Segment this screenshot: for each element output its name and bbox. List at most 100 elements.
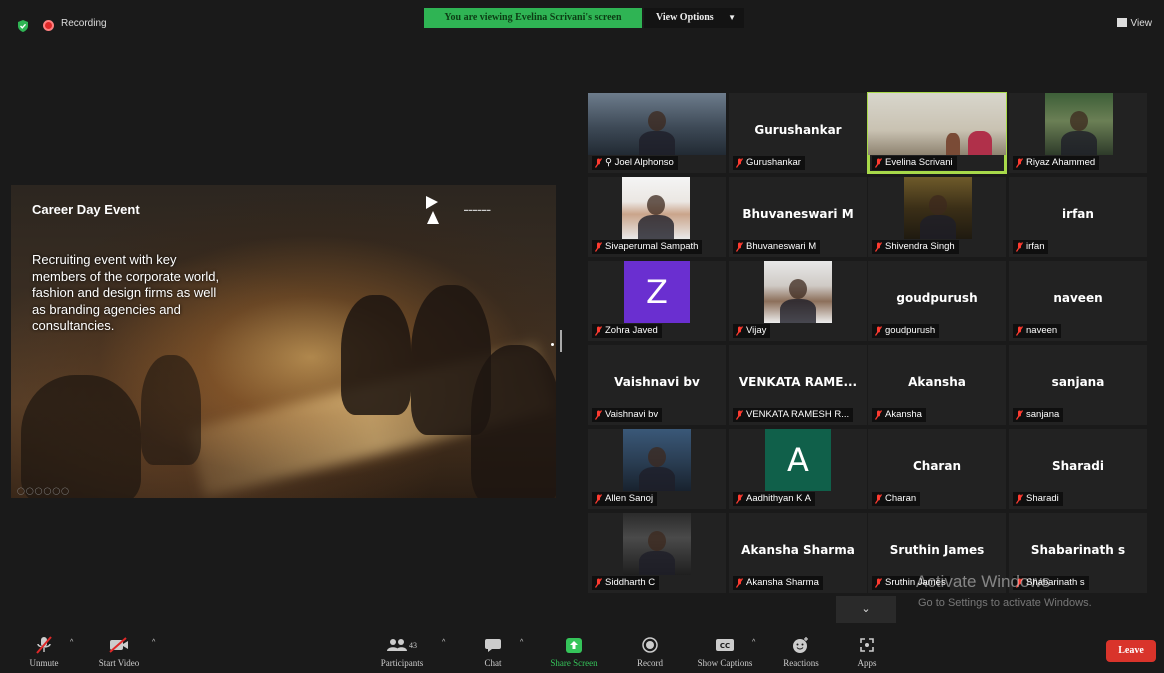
reactions-button[interactable]: Reactions — [776, 635, 826, 668]
participant-tile[interactable]: Vaishnavi bv Vaishnavi bv — [588, 345, 726, 425]
participant-avatar-photo — [622, 177, 690, 239]
participant-name-label: Allen Sanoj — [592, 492, 658, 506]
apps-button[interactable]: Apps — [852, 635, 882, 668]
participant-avatar-photo — [1045, 93, 1113, 155]
participant-tile[interactable]: sanjana sanjana — [1009, 345, 1147, 425]
participant-tile[interactable]: Charan Charan — [868, 429, 1006, 509]
chat-options-caret[interactable]: ^ — [520, 639, 523, 646]
muted-microphone-icon — [875, 410, 882, 420]
participant-tile[interactable]: irfan irfan — [1009, 177, 1147, 257]
participant-tile[interactable]: Riyaz Ahammed — [1009, 93, 1147, 173]
participant-display-name: Bhuvaneswari M — [742, 207, 854, 221]
muted-microphone-icon — [736, 158, 743, 168]
participant-avatar-photo — [904, 177, 972, 239]
captions-options-caret[interactable]: ^ — [752, 639, 755, 646]
person-silhouette — [638, 215, 674, 239]
participant-tile[interactable]: ⚲ Joel Alphonso — [588, 93, 726, 173]
participant-name-text: Zohra Javed — [605, 325, 658, 336]
participant-tile[interactable]: A Aadhithyan K A — [729, 429, 867, 509]
participant-tile[interactable]: Sharadi Sharadi — [1009, 429, 1147, 509]
share-screen-button[interactable]: Share Screen — [542, 635, 606, 668]
recording-dot-icon — [43, 20, 54, 31]
layout-splitter-handle[interactable] — [560, 330, 562, 352]
participant-tile[interactable]: Allen Sanoj — [588, 429, 726, 509]
participant-name-label: goudpurush — [872, 324, 940, 338]
participant-tile[interactable]: Bhuvaneswari M Bhuvaneswari M — [729, 177, 867, 257]
participant-tile[interactable]: Vijay — [729, 261, 867, 341]
participants-options-caret[interactable]: ^ — [442, 639, 445, 646]
participant-name-label: Shivendra Singh — [872, 240, 959, 254]
participant-tile[interactable]: Gurushankar Gurushankar — [729, 93, 867, 173]
shared-screen: Career Day Event Recruiting event with k… — [11, 185, 556, 498]
participant-tile[interactable]: Shivendra Singh — [868, 177, 1006, 257]
participant-name-label: Sivaperumal Sampath — [592, 240, 703, 254]
participant-name-text: Gurushankar — [746, 157, 801, 168]
participant-tile[interactable]: Siddharth C — [588, 513, 726, 593]
svg-text:CC: CC — [720, 642, 730, 650]
participant-display-name: VENKATA RAME... — [738, 375, 858, 389]
view-options-button[interactable]: View Options ▼ — [644, 8, 744, 28]
muted-microphone-icon — [875, 158, 882, 168]
participant-display-name: Vaishnavi bv — [614, 375, 700, 389]
participant-name-label: Vaishnavi bv — [592, 408, 663, 422]
participant-tile[interactable]: Akansha Sharma Akansha Sharma — [729, 513, 867, 593]
participant-name-text: Shivendra Singh — [885, 241, 955, 252]
muted-microphone-icon — [736, 242, 743, 252]
participant-tile[interactable]: Evelina Scrivani — [867, 92, 1007, 174]
participant-name-text: Bhuvaneswari M — [746, 241, 817, 252]
participant-name-label: Aadhithyan K A — [733, 492, 815, 506]
participant-name-label: Sharadi — [1013, 492, 1063, 506]
reactions-label: Reactions — [783, 658, 819, 668]
encryption-shield-icon[interactable] — [16, 19, 30, 33]
video-off-icon — [109, 637, 128, 653]
participant-name-label: Zohra Javed — [592, 324, 662, 338]
person-silhouette — [648, 447, 666, 467]
person-silhouette — [968, 131, 992, 155]
participant-tile[interactable]: goudpurush goudpurush — [868, 261, 1006, 341]
muted-microphone-icon — [736, 326, 743, 336]
start-video-button[interactable]: Start Video — [96, 635, 142, 668]
unmute-button[interactable]: Unmute — [24, 635, 64, 668]
chevron-down-icon: ▼ — [728, 13, 736, 22]
show-captions-button[interactable]: CC Show Captions — [690, 635, 760, 668]
participant-tile[interactable]: VENKATA RAME... VENKATA RAMESH R... — [729, 345, 867, 425]
academy-logo-icon — [426, 196, 439, 224]
windows-activation-watermark: Activate Windows — [916, 572, 1051, 591]
leave-button[interactable]: Leave — [1106, 640, 1156, 662]
screen-share-banner: You are viewing Evelina Scrivani's scree… — [424, 8, 642, 28]
participant-name-text: Charan — [885, 493, 917, 504]
participant-name-label: Akansha Sharma — [733, 576, 823, 590]
gallery-scroll-down-button[interactable]: ⌄ — [836, 596, 896, 623]
show-captions-label: Show Captions — [697, 658, 753, 668]
muted-microphone-icon — [595, 326, 602, 336]
pin-icon: ⚲ — [605, 157, 615, 168]
slide-body-text: Recruiting event with key members of the… — [32, 252, 220, 333]
participants-icon — [387, 639, 407, 651]
participant-name-text: VENKATA RAMESH R... — [746, 409, 850, 420]
participant-initial-avatar: A — [765, 429, 831, 491]
record-button[interactable]: Record — [630, 635, 670, 668]
person-silhouette — [647, 195, 665, 215]
participant-display-name: sanjana — [1051, 375, 1105, 389]
participant-name-text: irfan — [1026, 241, 1045, 252]
participant-tile[interactable]: Sivaperumal Sampath — [588, 177, 726, 257]
top-bar: Recording You are viewing Evelina Scriva… — [0, 0, 1164, 52]
view-button[interactable]: View — [1116, 18, 1152, 29]
participant-name-text: Riyaz Ahammed — [1026, 157, 1096, 168]
person-silhouette — [920, 215, 956, 239]
participant-name-label: ⚲ Joel Alphonso — [592, 156, 678, 170]
chat-button[interactable]: Chat — [478, 635, 508, 668]
participant-tile[interactable]: naveen naveen — [1009, 261, 1147, 341]
captions-icon: CC — [716, 639, 734, 651]
audio-options-caret[interactable]: ^ — [70, 639, 73, 646]
participants-button[interactable]: 43 Participants — [372, 635, 432, 668]
participant-tile[interactable]: Akansha Akansha — [868, 345, 1006, 425]
participant-initial-avatar: Z — [624, 261, 690, 323]
participant-name-label: Vijay — [733, 324, 771, 338]
person-silhouette — [648, 531, 666, 551]
participants-count: 43 — [409, 640, 417, 650]
muted-microphone-icon — [1016, 158, 1023, 168]
video-options-caret[interactable]: ^ — [152, 639, 155, 646]
participant-tile[interactable]: Z Zohra Javed — [588, 261, 726, 341]
participant-name-label: sanjana — [1013, 408, 1064, 422]
